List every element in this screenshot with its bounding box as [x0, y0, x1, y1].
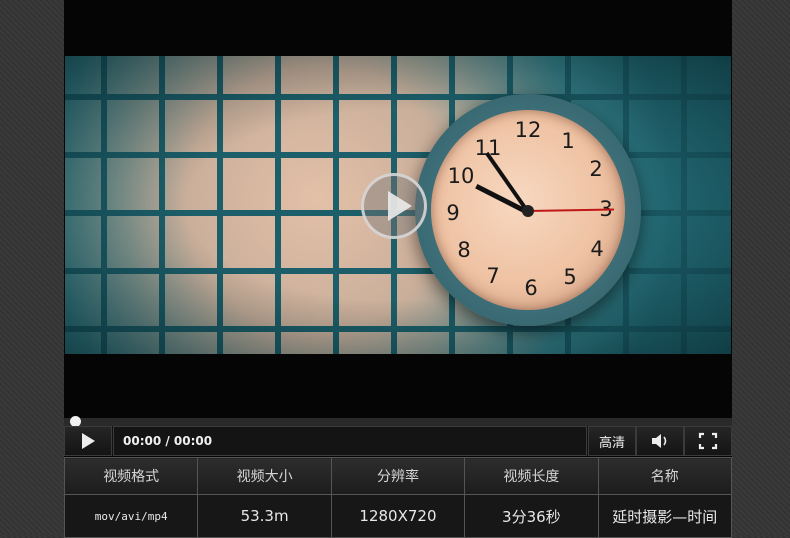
clock-numeral: 2: [589, 157, 603, 181]
value-format: mov/avi/mp4: [63, 494, 199, 538]
header-size: 视频大小: [197, 457, 332, 495]
clock-numeral: 5: [563, 265, 577, 289]
clock-hub: [522, 205, 534, 217]
play-button[interactable]: [64, 426, 112, 456]
clock-numeral: 8: [457, 238, 471, 262]
hd-quality-button[interactable]: 高清: [588, 426, 636, 456]
clock-numeral: 4: [590, 237, 604, 261]
time-display: 00:00 / 00:00: [113, 426, 587, 456]
clock-numeral: 9: [446, 201, 460, 225]
clock-face: 12 1 2 3 4 5 6 7 8 9 10 11: [431, 110, 625, 310]
fullscreen-button[interactable]: [684, 426, 732, 456]
volume-button[interactable]: [636, 426, 684, 456]
header-format: 视频格式: [63, 457, 199, 495]
clock-numeral: 7: [486, 264, 500, 288]
play-icon: [81, 433, 95, 449]
wall-clock: 12 1 2 3 4 5 6 7 8 9 10 11: [415, 94, 641, 326]
value-name: 延时摄影—时间: [597, 494, 733, 538]
video-player: 12 1 2 3 4 5 6 7 8 9 10 11 00:00 / 00:00…: [63, 0, 733, 538]
clock-numeral: 1: [561, 129, 575, 153]
value-resolution: 1280X720: [330, 494, 466, 538]
info-value-row: mov/avi/mp4 53.3m 1280X720 3分36秒 延时摄影—时间: [63, 494, 733, 538]
clock-numeral: 10: [447, 164, 475, 188]
video-info-table: 视频格式 视频大小 分辨率 视频长度 名称 mov/avi/mp4 53.3m …: [63, 457, 733, 538]
header-duration: 视频长度: [464, 457, 599, 495]
fullscreen-icon: [698, 432, 718, 450]
value-size: 53.3m: [197, 494, 332, 538]
clock-numeral: 6: [524, 276, 538, 300]
video-frame[interactable]: 12 1 2 3 4 5 6 7 8 9 10 11: [65, 56, 731, 354]
play-circle-icon[interactable]: [361, 173, 427, 239]
value-duration: 3分36秒: [464, 494, 599, 538]
header-name: 名称: [597, 457, 733, 495]
header-resolution: 分辨率: [330, 457, 466, 495]
progress-bar[interactable]: [64, 416, 732, 427]
clock-numeral: 12: [514, 118, 542, 142]
time-readout: 00:00 / 00:00: [123, 434, 213, 448]
control-bar: 00:00 / 00:00 高清: [64, 426, 732, 456]
info-header-row: 视频格式 视频大小 分辨率 视频长度 名称: [63, 457, 733, 495]
speaker-icon: [652, 434, 667, 448]
hd-label: 高清: [598, 435, 625, 451]
